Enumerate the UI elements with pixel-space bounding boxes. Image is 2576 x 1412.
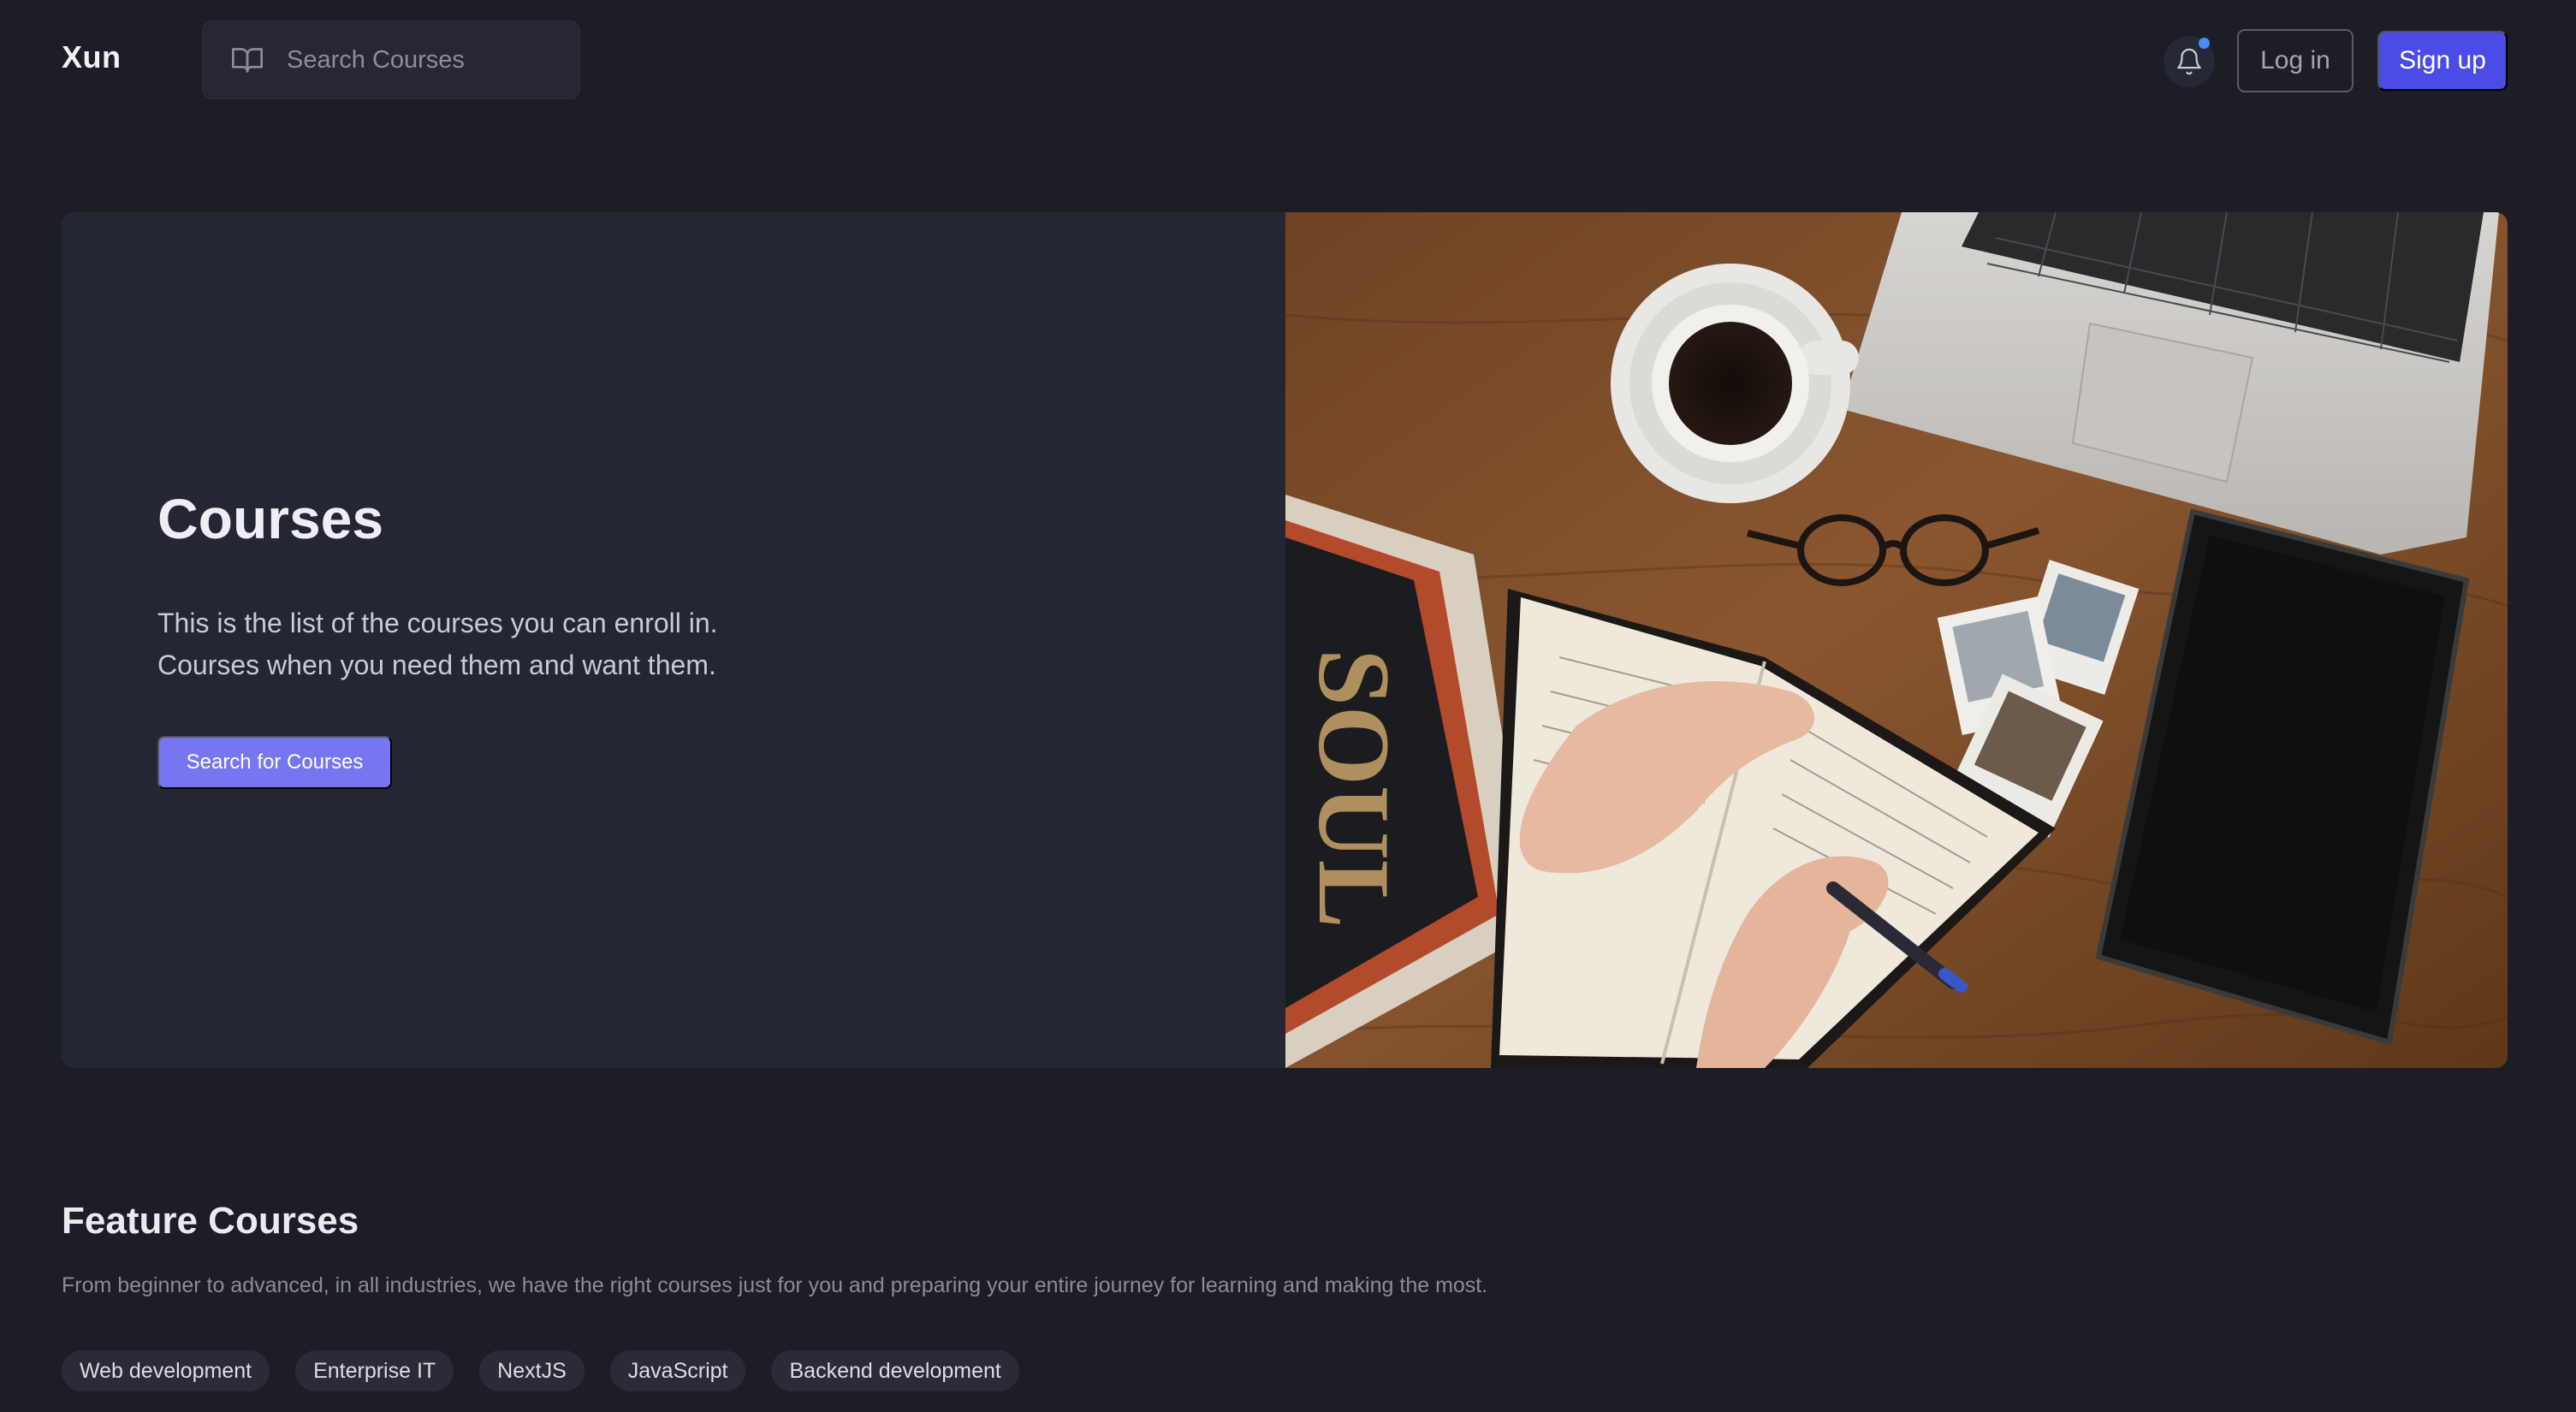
hero-text-panel: Courses This is the list of the courses … <box>62 212 1285 1068</box>
top-nav: Xun Log in Sign up <box>0 0 2576 120</box>
bell-icon <box>2177 48 2201 75</box>
search-bar[interactable] <box>202 21 580 99</box>
book-cover-text: SOUL <box>1297 649 1411 928</box>
book-open-icon <box>232 48 263 73</box>
section-description: From beginner to advanced, in all indust… <box>62 1273 1488 1297</box>
tag-nextjs[interactable]: NextJS <box>479 1350 585 1391</box>
logo[interactable]: Xun <box>62 39 122 75</box>
tag-backend-development[interactable]: Backend development <box>771 1350 1019 1391</box>
hero-section: Courses This is the list of the courses … <box>62 212 2508 1068</box>
page-title: Courses <box>157 487 384 550</box>
tag-javascript[interactable]: JavaScript <box>609 1350 746 1391</box>
search-input[interactable] <box>287 45 561 74</box>
tag-web-development[interactable]: Web development <box>62 1350 270 1391</box>
tag-enterprise-it[interactable]: Enterprise IT <box>295 1350 454 1391</box>
section-title: Feature Courses <box>62 1200 359 1242</box>
hero-description-line: This is the list of the courses you can … <box>157 608 718 638</box>
search-courses-button[interactable]: Search for Courses <box>157 736 392 789</box>
hero-image: SOUL <box>1285 212 2508 1068</box>
category-tags: Web development Enterprise IT NextJS Jav… <box>62 1350 1019 1391</box>
login-button[interactable]: Log in <box>2237 29 2353 92</box>
signup-button[interactable]: Sign up <box>2377 31 2508 91</box>
hero-description-line: Courses when you need them and want them… <box>157 650 716 680</box>
hero-description: This is the list of the courses you can … <box>157 602 808 686</box>
notification-badge <box>2199 38 2210 49</box>
notification-button[interactable] <box>2163 36 2215 87</box>
